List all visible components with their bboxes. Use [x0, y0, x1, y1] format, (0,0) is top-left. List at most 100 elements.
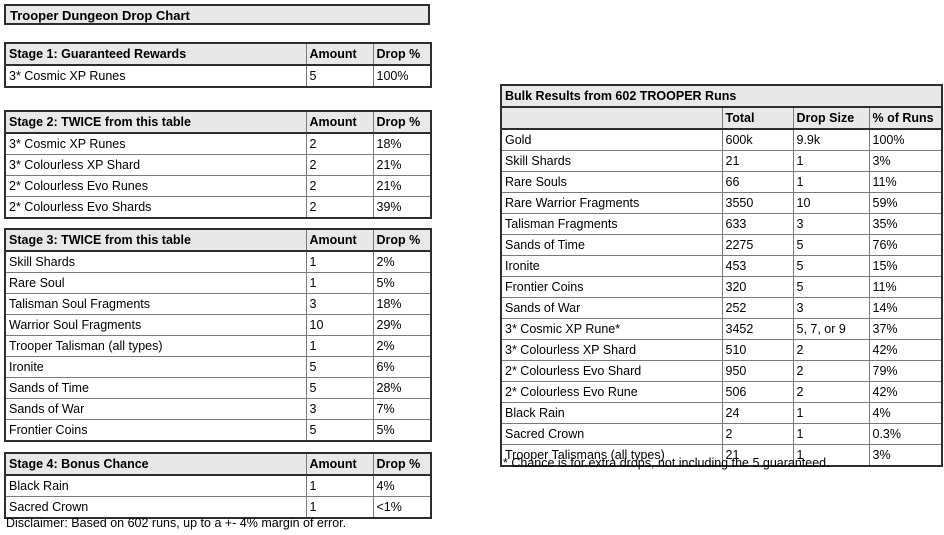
cell-total: 510	[721, 339, 794, 361]
cell-drop: 2%	[372, 250, 432, 273]
cell-total: 453	[721, 255, 794, 277]
column-header-amount: Amount	[305, 228, 374, 252]
cell-name: Gold	[500, 128, 723, 151]
cell-drop-size: 1	[792, 402, 870, 424]
cell-amount: 2	[305, 175, 374, 197]
cell-name: Trooper Talisman (all types)	[4, 335, 307, 357]
cell-name: Warrior Soul Fragments	[4, 314, 307, 336]
column-header-total: Total	[721, 106, 794, 130]
page-title: Trooper Dungeon Drop Chart	[4, 4, 430, 25]
cell-drop-size: 10	[792, 192, 870, 214]
cell-drop: 28%	[372, 377, 432, 399]
cell-total: 506	[721, 381, 794, 403]
cell-pct: 42%	[868, 381, 943, 403]
table-row: 3* Cosmic XP Runes 5 100%	[4, 64, 432, 88]
cell-amount: 5	[305, 419, 374, 442]
cell-total: 633	[721, 213, 794, 235]
cell-name: 2* Colourless Evo Rune	[500, 381, 723, 403]
cell-drop: 5%	[372, 419, 432, 442]
cell-drop-size: 2	[792, 381, 870, 403]
cell-name: 2* Colourless Evo Shards	[4, 196, 307, 219]
cell-name: Sacred Crown	[500, 423, 723, 445]
cell-drop-size: 3	[792, 297, 870, 319]
cell-name: Black Rain	[4, 474, 307, 497]
cell-pct: 35%	[868, 213, 943, 235]
cell-pct: 79%	[868, 360, 943, 382]
table-row: Frontier Coins 5 5%	[4, 419, 432, 442]
cell-drop-size: 5	[792, 255, 870, 277]
cell-drop: 21%	[372, 154, 432, 176]
table-row: Skill Shards 1 2%	[4, 250, 432, 273]
cell-amount: 5	[305, 64, 374, 88]
table-row: Ironite 453 5 15%	[500, 255, 943, 277]
table-stage3: Stage 3: TWICE from this table Amount Drop…	[4, 228, 432, 442]
cell-name: 2* Colourless Evo Shard	[500, 360, 723, 382]
table-row: Rare Soul 1 5%	[4, 272, 432, 294]
cell-name: 3* Cosmic XP Runes	[4, 64, 307, 88]
table-row: 3* Colourless XP Shard 510 2 42%	[500, 339, 943, 361]
column-header-drop: Drop %	[372, 42, 432, 66]
table-row: Sands of War 3 7%	[4, 398, 432, 420]
cell-drop: 18%	[372, 293, 432, 315]
cell-pct: 3%	[868, 150, 943, 172]
cell-drop-size: 5	[792, 276, 870, 298]
table-row: Talisman Fragments 633 3 35%	[500, 213, 943, 235]
cell-amount: 1	[305, 250, 374, 273]
table-row: Sands of Time 2275 5 76%	[500, 234, 943, 256]
column-header-drop: Drop %	[372, 452, 432, 476]
cell-amount: 2	[305, 132, 374, 155]
column-header-name	[500, 106, 723, 130]
cell-amount: 2	[305, 196, 374, 219]
cell-name: Ironite	[500, 255, 723, 277]
footnote-text: * Chance is for extra drops, not includi…	[503, 456, 830, 470]
table-row: Frontier Coins 320 5 11%	[500, 276, 943, 298]
cell-drop-size: 2	[792, 339, 870, 361]
cell-drop: 39%	[372, 196, 432, 219]
cell-name: Sacred Crown	[4, 496, 307, 519]
cell-drop: 29%	[372, 314, 432, 336]
table-stage2: Stage 2: TWICE from this table Amount Drop…	[4, 110, 432, 219]
cell-total: 3550	[721, 192, 794, 214]
cell-pct: 59%	[868, 192, 943, 214]
column-header-name: Stage 4: Bonus Chance	[4, 452, 307, 476]
cell-name: Sands of Time	[500, 234, 723, 256]
table-row: Sacred Crown 1 <1%	[4, 496, 432, 519]
cell-drop-size: 5	[792, 234, 870, 256]
column-header-name: Stage 3: TWICE from this table	[4, 228, 307, 252]
cell-name: 3* Cosmic XP Runes	[4, 132, 307, 155]
cell-total: 21	[721, 150, 794, 172]
table-row: 3* Cosmic XP Runes 2 18%	[4, 132, 432, 155]
cell-total: 950	[721, 360, 794, 382]
cell-drop: 21%	[372, 175, 432, 197]
cell-name: Sands of War	[500, 297, 723, 319]
cell-pct: 37%	[868, 318, 943, 340]
cell-amount: 5	[305, 377, 374, 399]
table-row: 2* Colourless Evo Shards 2 39%	[4, 196, 432, 219]
cell-pct: 100%	[868, 128, 943, 151]
table-row: Skill Shards 21 1 3%	[500, 150, 943, 172]
cell-amount: 3	[305, 398, 374, 420]
cell-name: Frontier Coins	[4, 419, 307, 442]
cell-drop-size: 5, 7, or 9	[792, 318, 870, 340]
cell-pct: 15%	[868, 255, 943, 277]
cell-total: 66	[721, 171, 794, 193]
table-row: 2* Colourless Evo Shard 950 2 79%	[500, 360, 943, 382]
cell-drop: 100%	[372, 64, 432, 88]
table-row: Sands of War 252 3 14%	[500, 297, 943, 319]
cell-name: Black Rain	[500, 402, 723, 424]
cell-pct: 0.3%	[868, 423, 943, 445]
table-row: Sands of Time 5 28%	[4, 377, 432, 399]
table-row: Gold 600k 9.9k 100%	[500, 128, 943, 151]
cell-name: Talisman Fragments	[500, 213, 723, 235]
cell-pct: 3%	[868, 444, 943, 467]
cell-drop-size: 2	[792, 360, 870, 382]
cell-drop: 4%	[372, 474, 432, 497]
column-header-pct: % of Runs	[868, 106, 943, 130]
cell-name: 3* Colourless XP Shard	[4, 154, 307, 176]
cell-pct: 42%	[868, 339, 943, 361]
cell-name: 3* Colourless XP Shard	[500, 339, 723, 361]
cell-pct: 14%	[868, 297, 943, 319]
table-header-row: Stage 2: TWICE from this table Amount Drop…	[4, 110, 432, 134]
column-header-amount: Amount	[305, 110, 374, 134]
cell-amount: 3	[305, 293, 374, 315]
